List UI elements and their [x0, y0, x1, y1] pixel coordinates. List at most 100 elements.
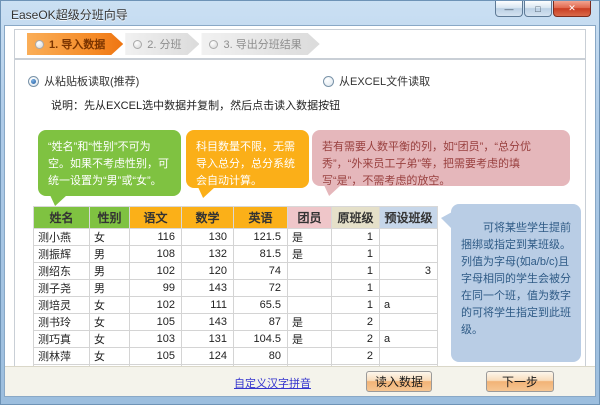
table-cell [380, 246, 438, 263]
table-cell: 女 [90, 348, 130, 365]
callout-tail [324, 185, 341, 196]
table-cell: 是 [288, 229, 332, 246]
table-cell: 女 [90, 229, 130, 246]
radio-unselected-icon[interactable] [323, 76, 334, 87]
table-cell: 2 [332, 314, 380, 331]
table-cell [288, 263, 332, 280]
table-cell [288, 297, 332, 314]
table-cell: 女 [90, 331, 130, 348]
table-cell: 80 [234, 348, 288, 365]
table-cell: 男 [90, 280, 130, 297]
table-cell: 2 [332, 348, 380, 365]
table-cell: 120 [182, 263, 234, 280]
wizard-step-import[interactable]: 1. 导入数据 [27, 33, 123, 55]
radio-label[interactable]: 从EXCEL文件读取 [339, 73, 430, 89]
table-row: 测子尧男9914372 1 [34, 280, 438, 297]
column-header: 原班级 [332, 207, 380, 229]
radio-read-from-excel[interactable]: 从EXCEL文件读取 [323, 73, 430, 89]
table-cell [380, 229, 438, 246]
table-cell [380, 348, 438, 365]
footer-bar: 自定义汉字拼音 读入数据 下一步 [5, 366, 595, 396]
table-cell: 108 [130, 246, 182, 263]
table-row: 测小燕女116130121.5是1 [34, 229, 438, 246]
table-cell: 女 [90, 314, 130, 331]
table-cell: a [380, 297, 438, 314]
callout-tail [198, 187, 215, 198]
table-cell: 是 [288, 246, 332, 263]
table-cell: 1 [332, 280, 380, 297]
table-cell: 测振辉 [34, 246, 90, 263]
table-cell: 2 [332, 331, 380, 348]
table-cell: 是 [288, 331, 332, 348]
table-cell: 121.5 [234, 229, 288, 246]
table-cell: 65.5 [234, 297, 288, 314]
instruction-text: 说明：先从EXCEL选中数据并复制，然后点击读入数据按钮 [51, 97, 340, 113]
callout-tail [50, 195, 67, 206]
data-table: 姓名性别语文数学英语团员原班级预设班级 测小燕女116130121.5是1测振辉… [33, 206, 438, 382]
column-header: 预设班级 [380, 207, 438, 229]
table-row: 测绍东男1021207413 [34, 263, 438, 280]
radio-read-from-clipboard[interactable]: 从粘贴板读取(推荐) [28, 73, 139, 89]
table-cell: 1 [332, 297, 380, 314]
table-cell: 测子尧 [34, 280, 90, 297]
table-body: 测小燕女116130121.5是1测振辉男10813281.5是1测绍东男102… [34, 229, 438, 382]
maximize-icon[interactable]: □ [524, 1, 552, 17]
table-cell: 99 [130, 280, 182, 297]
callout-text: “姓名”和“性别”不可为空。如果不考虑性别，可统一设置为“男”或“女”。 [48, 141, 169, 187]
table-cell: 女 [90, 297, 130, 314]
column-header: 英语 [234, 207, 288, 229]
table-cell: 124 [182, 348, 234, 365]
read-data-button[interactable]: 读入数据 [366, 371, 432, 392]
column-header: 数学 [182, 207, 234, 229]
callout-text: 科目数量不限，无需导入总分，总分系统会自动计算。 [196, 141, 295, 187]
source-options: 从粘贴板读取(推荐) 从EXCEL文件读取 [28, 73, 575, 87]
dialog-body: 1. 导入数据 2. 分班 3. 导出分班结果 从粘贴板读取(推荐) 从EXCE… [4, 25, 596, 397]
table-cell: 130 [182, 229, 234, 246]
table-cell: 3 [380, 263, 438, 280]
table-cell: 是 [288, 314, 332, 331]
table-row: 测培灵女10211165.51a [34, 297, 438, 314]
table-cell: 测书玲 [34, 314, 90, 331]
table-cell: 87 [234, 314, 288, 331]
table-cell: 143 [182, 314, 234, 331]
table-row: 测林萍女105124802 [34, 348, 438, 365]
table-cell [380, 280, 438, 297]
table-cell: a [380, 331, 438, 348]
table-cell: 132 [182, 246, 234, 263]
table-cell: 74 [234, 263, 288, 280]
table-cell: 131 [182, 331, 234, 348]
table-cell: 103 [130, 331, 182, 348]
minimize-icon[interactable]: — [495, 1, 523, 17]
table-cell: 测小燕 [34, 229, 90, 246]
radio-label[interactable]: 从粘贴板读取(推荐) [44, 73, 139, 89]
callout-subjects: 科目数量不限，无需导入总分，总分系统会自动计算。 [186, 130, 309, 188]
table-cell: 测林萍 [34, 348, 90, 365]
next-step-button[interactable]: 下一步 [486, 371, 554, 392]
custom-pinyin-link[interactable]: 自定义汉字拼音 [234, 375, 311, 391]
wizard-step-label: 3. 导出分班结果 [223, 36, 301, 52]
column-header: 语文 [130, 207, 182, 229]
table-cell [288, 348, 332, 365]
wizard-step-divide[interactable]: 2. 分班 [125, 33, 199, 55]
wizard-step-export[interactable]: 3. 导出分班结果 [201, 33, 319, 55]
table-cell: 105 [130, 314, 182, 331]
table-cell: 143 [182, 280, 234, 297]
wizard-step-label: 2. 分班 [147, 36, 181, 52]
column-header: 团员 [288, 207, 332, 229]
column-header: 性别 [90, 207, 130, 229]
table-row: 测振辉男10813281.5是1 [34, 246, 438, 263]
callout-balance-columns: 若有需要人数平衡的列，如“团员”，“总分优秀”，“外来员工子弟”等，把需要考虑的… [312, 130, 570, 186]
table-cell: 111 [182, 297, 234, 314]
radio-selected-icon[interactable] [28, 76, 39, 87]
column-header: 姓名 [34, 207, 90, 229]
table-cell: 72 [234, 280, 288, 297]
close-icon[interactable]: ✕ [553, 1, 591, 17]
wizard-step-label: 1. 导入数据 [49, 36, 105, 52]
titlebar: EaseOK超级分班向导 — □ ✕ [1, 1, 599, 25]
table-cell: 81.5 [234, 246, 288, 263]
table-cell: 测绍东 [34, 263, 90, 280]
step-indicator-dot [133, 40, 142, 49]
callout-name-gender: “姓名”和“性别”不可为空。如果不考虑性别，可统一设置为“男”或“女”。 [38, 130, 181, 196]
table-cell: 1 [332, 246, 380, 263]
window-controls: — □ ✕ [494, 1, 591, 17]
